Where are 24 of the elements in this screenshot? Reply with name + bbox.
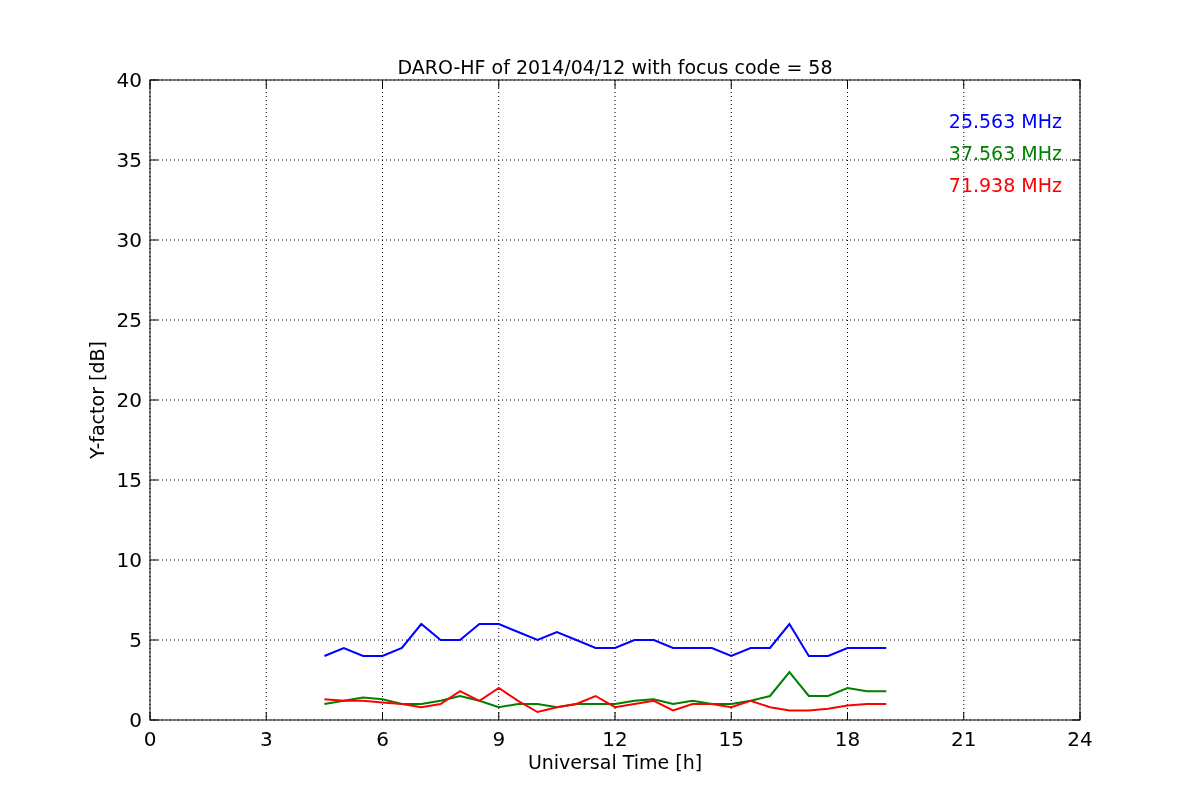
legend-label: 25.563 MHz xyxy=(948,110,1062,132)
y-axis-label: Y-factor [dB] xyxy=(86,341,108,459)
x-tick-label: 6 xyxy=(376,727,389,751)
x-tick-label: 0 xyxy=(143,727,157,751)
chart-title: DARO-HF of 2014/04/12 with focus code = 58 xyxy=(397,56,833,78)
y-tick-label: 5 xyxy=(129,628,142,652)
legend-label: 71.938 MHz xyxy=(948,174,1062,196)
y-tick-label: 10 xyxy=(116,548,142,572)
x-tick-label: 18 xyxy=(834,727,861,751)
legend-label: 37.563 MHz xyxy=(948,142,1062,164)
x-axis-label: Universal Time [h] xyxy=(527,751,703,773)
x-tick-label: 12 xyxy=(602,727,628,751)
x-tick-label: 3 xyxy=(259,727,273,751)
x-tick-label: 21 xyxy=(951,727,977,751)
y-tick-label: 35 xyxy=(116,148,142,172)
x-tick-label: 24 xyxy=(1067,727,1093,751)
x-tick-label: 9 xyxy=(492,727,506,751)
y-tick-label: 40 xyxy=(116,68,142,92)
y-tick-label: 15 xyxy=(116,468,142,492)
y-tick-label: 20 xyxy=(116,388,142,412)
y-tick-label: 25 xyxy=(116,308,142,332)
y-tick-label: 0 xyxy=(129,708,142,732)
x-tick-label: 15 xyxy=(718,727,744,751)
y-tick-label: 30 xyxy=(116,228,142,252)
